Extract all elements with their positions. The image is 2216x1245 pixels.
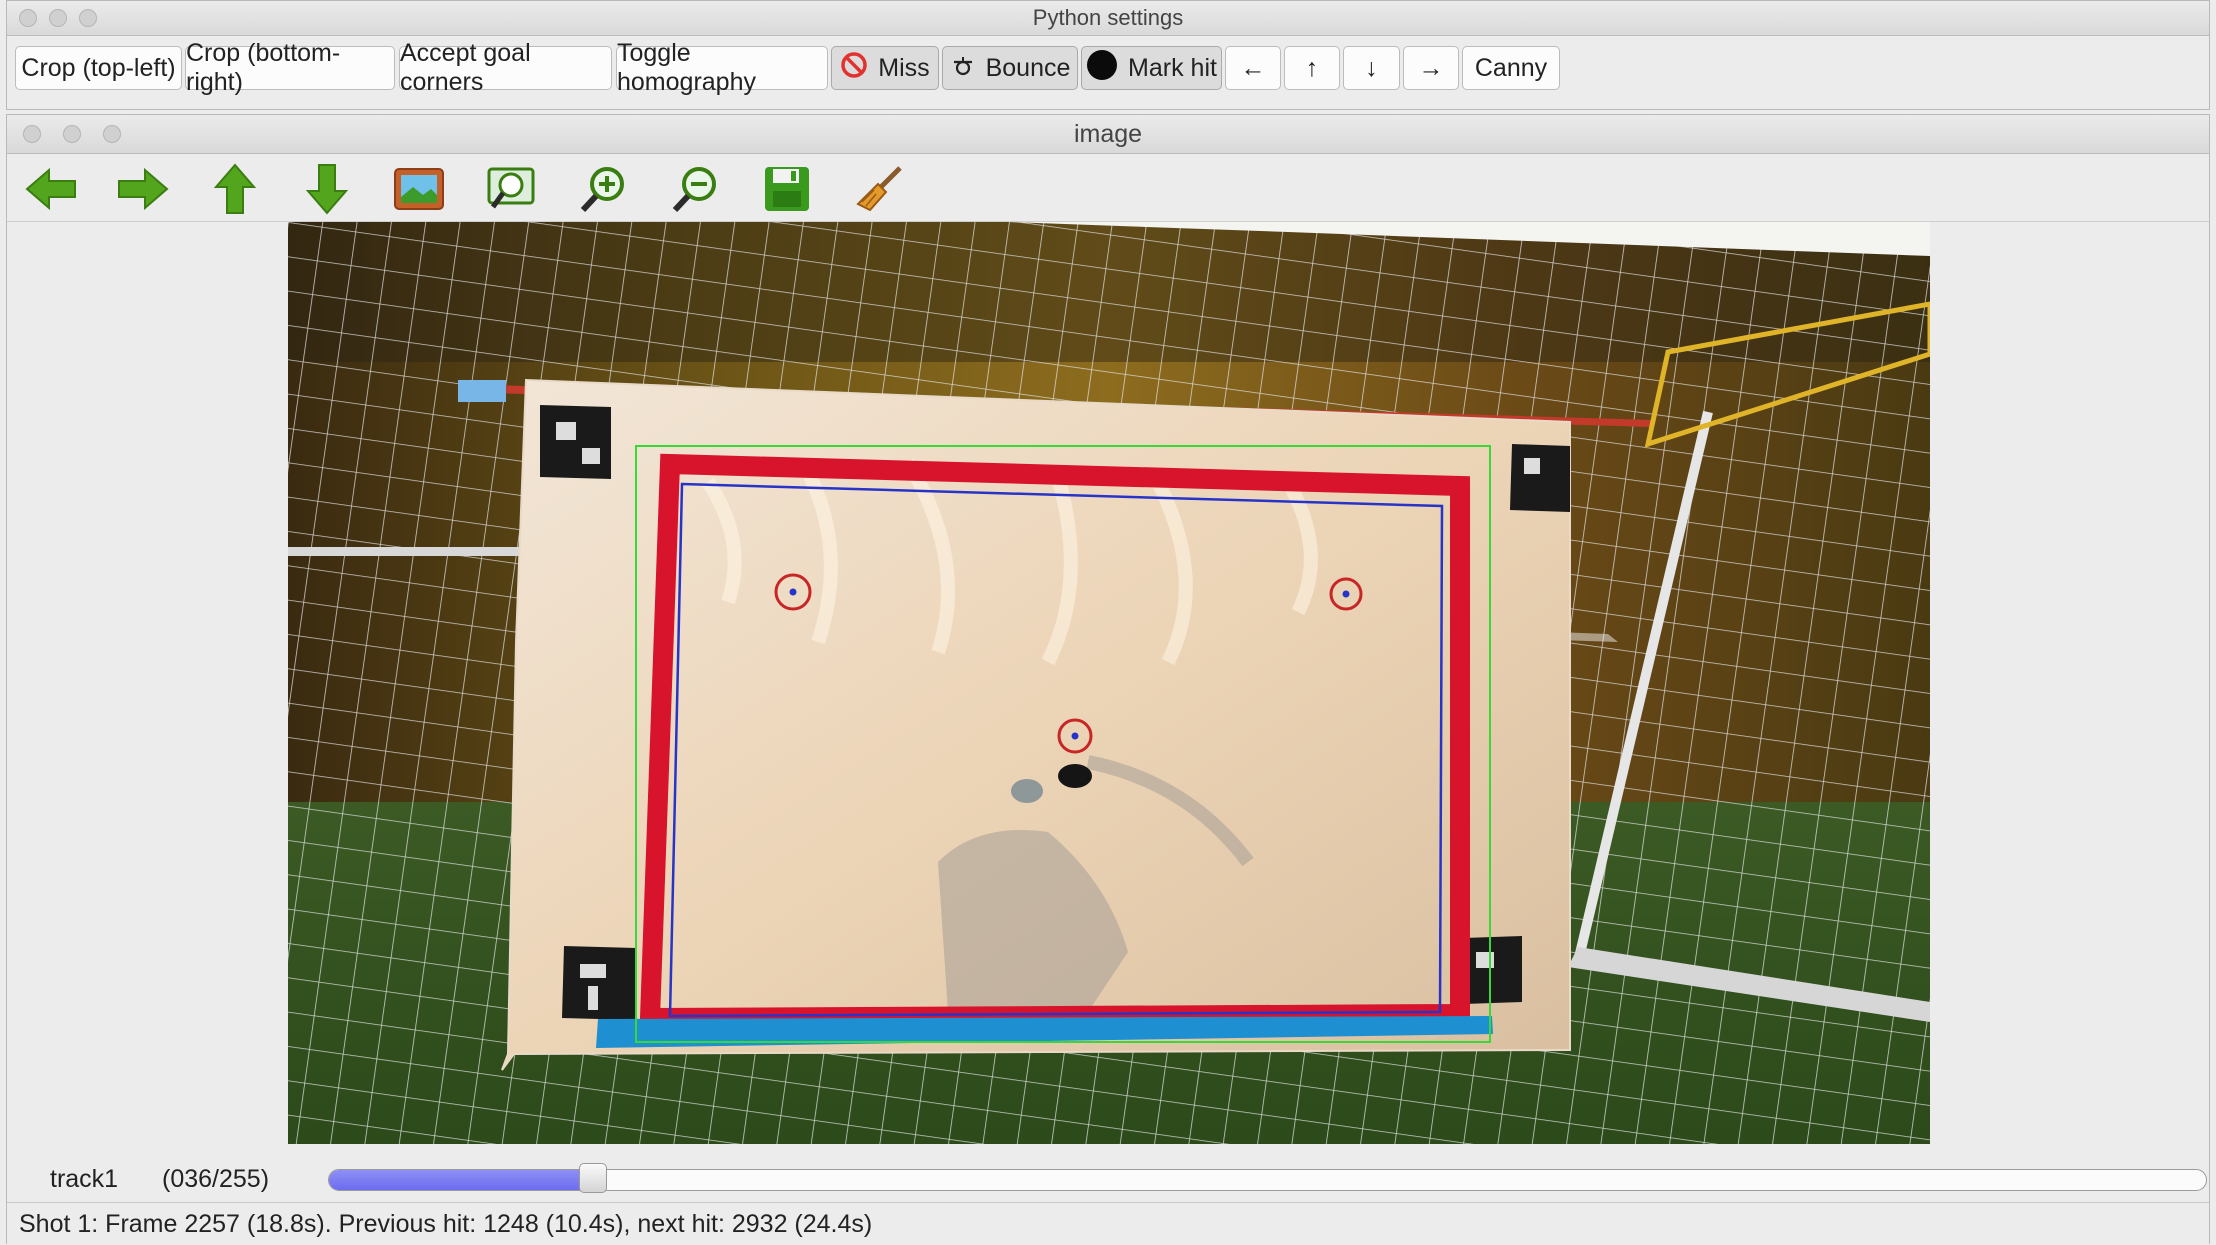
- save-icon[interactable]: [759, 161, 815, 217]
- arrow-up-button[interactable]: ↑: [1284, 46, 1340, 90]
- arrow-right-button[interactable]: →: [1403, 46, 1459, 90]
- zoom-fit-icon[interactable]: [483, 161, 539, 217]
- goal-side-bar: [288, 547, 528, 556]
- accept-goal-corners-button[interactable]: Accept goal corners: [399, 39, 612, 96]
- aruco-marker-top-left-detail: [582, 448, 600, 464]
- down-arrow-icon[interactable]: [299, 161, 355, 217]
- arrow-up-icon: ↑: [1305, 53, 1319, 82]
- forward-arrow-icon[interactable]: [115, 161, 171, 217]
- hit-marker-center: [1071, 732, 1079, 740]
- settings-button-bar: Crop (top-left) Crop (bottom-right) Acce…: [7, 39, 2211, 96]
- aruco-marker-bottom-right: [1464, 936, 1522, 1004]
- bounce-button[interactable]: Bounce: [942, 46, 1078, 90]
- aruco-marker-top-right: [1510, 444, 1570, 512]
- up-arrow-icon[interactable]: [207, 161, 263, 217]
- settings-window-title: Python settings: [1032, 5, 1184, 30]
- button-label: Crop (bottom-right): [186, 39, 341, 96]
- trackbar-row: track1 (036/255): [7, 1155, 2209, 1205]
- image-window: image track1 (036/255) Shot 1: Frame 225…: [6, 114, 2210, 1245]
- button-label: Mark hit: [1128, 53, 1217, 82]
- arrow-left-button[interactable]: ←: [1225, 46, 1281, 90]
- zoom-out-icon[interactable]: [667, 161, 723, 217]
- image-viewport[interactable]: [7, 222, 2209, 1222]
- blue-tape: [458, 380, 506, 402]
- trackbar-value: (036/255): [162, 1165, 270, 1193]
- crop-bottom-right-button[interactable]: Crop (bottom-right): [185, 39, 395, 96]
- trackbar-label: track1: [50, 1165, 119, 1193]
- aruco-marker-bottom-left-detail: [588, 986, 598, 1010]
- hit-marker-center: [789, 588, 797, 596]
- button-label: Toggle homography: [617, 39, 756, 96]
- aruco-marker-top-left: [540, 405, 611, 479]
- bounce-icon: [950, 54, 976, 83]
- status-bar: Shot 1: Frame 2257 (18.8s). Previous hit…: [7, 1202, 2209, 1245]
- arrow-right-icon: →: [1418, 53, 1444, 82]
- aruco-marker-bottom-left-detail: [580, 964, 606, 978]
- image-toolbar: [7, 155, 2209, 222]
- puck: [1058, 764, 1092, 788]
- settings-window: Python settings Crop (top-left) Crop (bo…: [6, 0, 2210, 110]
- miss-button[interactable]: Miss: [831, 46, 939, 90]
- button-label: Crop (top-left): [21, 53, 176, 82]
- arrow-down-button[interactable]: ↓: [1343, 46, 1400, 90]
- aruco-marker-bottom-right-detail: [1476, 952, 1494, 968]
- aruco-marker-bottom-left: [562, 946, 636, 1020]
- image-window-title: image: [1073, 120, 1143, 148]
- no-entry-icon: [840, 51, 868, 86]
- canny-button[interactable]: Canny: [1462, 46, 1560, 90]
- crop-top-left-button[interactable]: Crop (top-left): [15, 46, 182, 90]
- zoom-in-icon[interactable]: [575, 161, 631, 217]
- hit-marker-center: [1342, 590, 1350, 598]
- button-label: Bounce: [985, 53, 1071, 82]
- black-circle-icon: [1086, 49, 1118, 88]
- aruco-marker-top-left-detail: [556, 422, 576, 440]
- button-label: Accept goal corners: [400, 39, 531, 96]
- button-label: Canny: [1474, 53, 1548, 82]
- trackbar-thumb[interactable]: [578, 1163, 607, 1193]
- image-titlebar: image: [7, 115, 2209, 154]
- back-arrow-icon[interactable]: [23, 161, 79, 217]
- video-frame[interactable]: [288, 222, 1930, 1144]
- aruco-marker-top-right-detail: [1524, 458, 1540, 474]
- puck-shadow: [1011, 779, 1043, 803]
- toggle-homography-button[interactable]: Toggle homography: [616, 39, 828, 96]
- settings-titlebar: Python settings: [7, 1, 2209, 36]
- trackbar-slider[interactable]: [328, 1169, 2207, 1191]
- status-text: Shot 1: Frame 2257 (18.8s). Previous hit…: [19, 1210, 873, 1238]
- arrow-left-icon: ←: [1240, 53, 1266, 82]
- button-label: Miss: [878, 53, 930, 82]
- image-icon[interactable]: [391, 161, 447, 217]
- broom-icon[interactable]: [851, 161, 907, 217]
- arrow-down-icon: ↓: [1365, 53, 1378, 82]
- trackbar-fill: [329, 1170, 594, 1190]
- mark-hit-button[interactable]: Mark hit: [1081, 46, 1222, 90]
